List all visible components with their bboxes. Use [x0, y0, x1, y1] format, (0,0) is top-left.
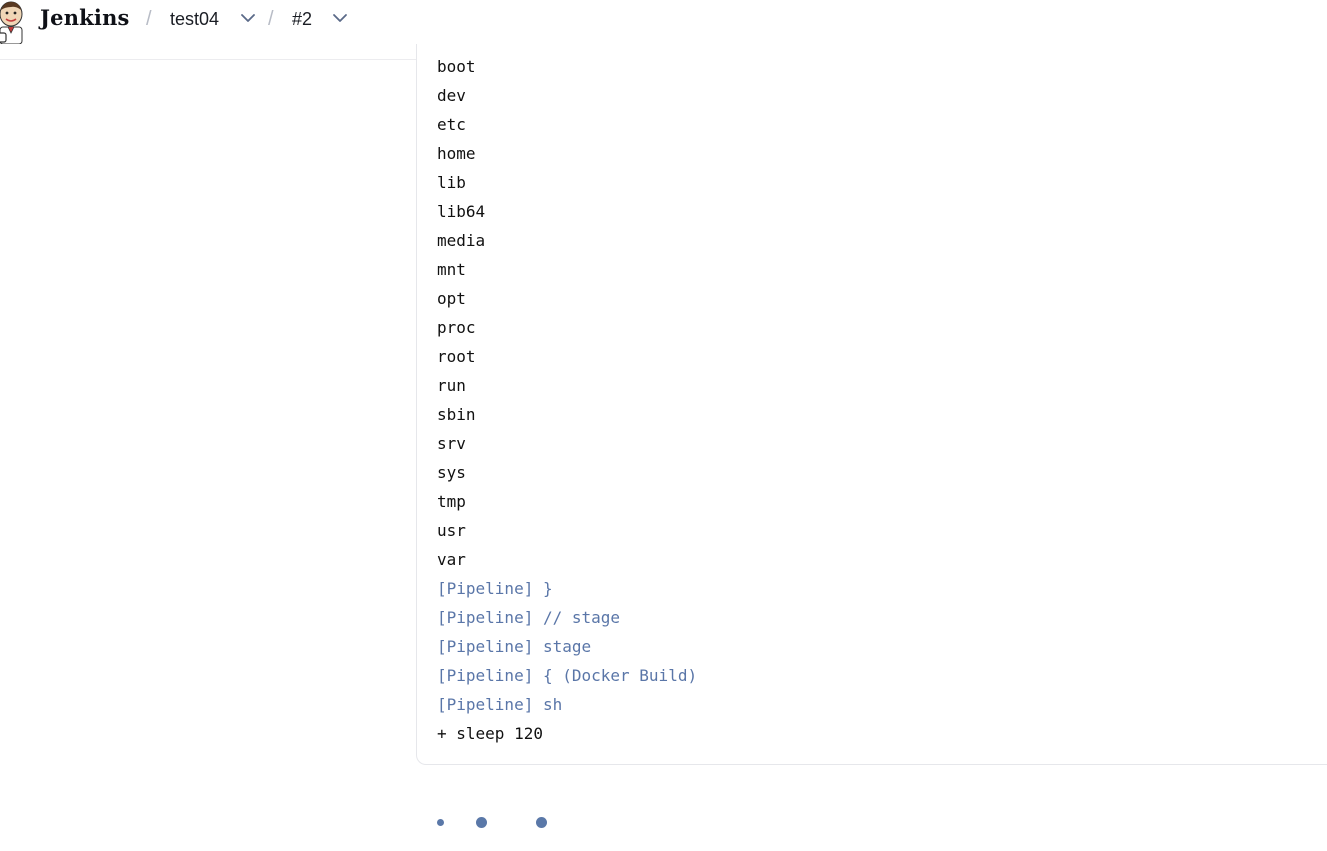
console-log-line: run: [437, 376, 466, 395]
console-log-line: usr: [437, 521, 466, 540]
breadcrumb-build[interactable]: #2: [292, 9, 312, 30]
console-log-line: srv: [437, 434, 466, 453]
brand-title[interactable]: Jenkins: [40, 5, 130, 30]
console-log-line: mnt: [437, 260, 466, 279]
jenkins-logo-icon[interactable]: [0, 0, 26, 44]
console-log-line: + sleep 120: [437, 724, 543, 743]
console-log-line: sbin: [437, 405, 476, 424]
breadcrumb-job[interactable]: test04: [170, 9, 219, 30]
console-log-line: home: [437, 144, 476, 163]
console-log-line: root: [437, 347, 476, 366]
pipeline-log-line: [Pipeline] // stage: [437, 608, 621, 627]
loading-dot: [536, 817, 547, 828]
pipeline-log-line: [Pipeline] sh: [437, 695, 563, 714]
console-log-line: var: [437, 550, 466, 569]
console-output-log: boot dev etc home lib lib64 media mnt opt proc roo…: [437, 52, 697, 748]
pipeline-log-line: [Pipeline] { (Docker Build): [437, 666, 698, 685]
console-log-line: opt: [437, 289, 466, 308]
breadcrumb-separator: /: [146, 8, 152, 30]
console-log-line: proc: [437, 318, 476, 337]
console-log-line: lib: [437, 173, 466, 192]
chevron-down-icon[interactable]: [332, 12, 348, 24]
console-log-line: sys: [437, 463, 466, 482]
loading-dot: [476, 817, 487, 828]
console-log-line: media: [437, 231, 486, 250]
console-log-line: tmp: [437, 492, 466, 511]
loading-dot: [437, 819, 444, 826]
console-log-line: etc: [437, 115, 466, 134]
chevron-down-icon[interactable]: [240, 12, 256, 24]
pipeline-log-line: [Pipeline] }: [437, 579, 553, 598]
console-log-line: lib64: [437, 202, 486, 221]
console-log-line: boot: [437, 57, 476, 76]
console-log-line: dev: [437, 86, 466, 105]
breadcrumb-separator: /: [268, 8, 274, 30]
pipeline-log-line: [Pipeline] stage: [437, 637, 592, 656]
